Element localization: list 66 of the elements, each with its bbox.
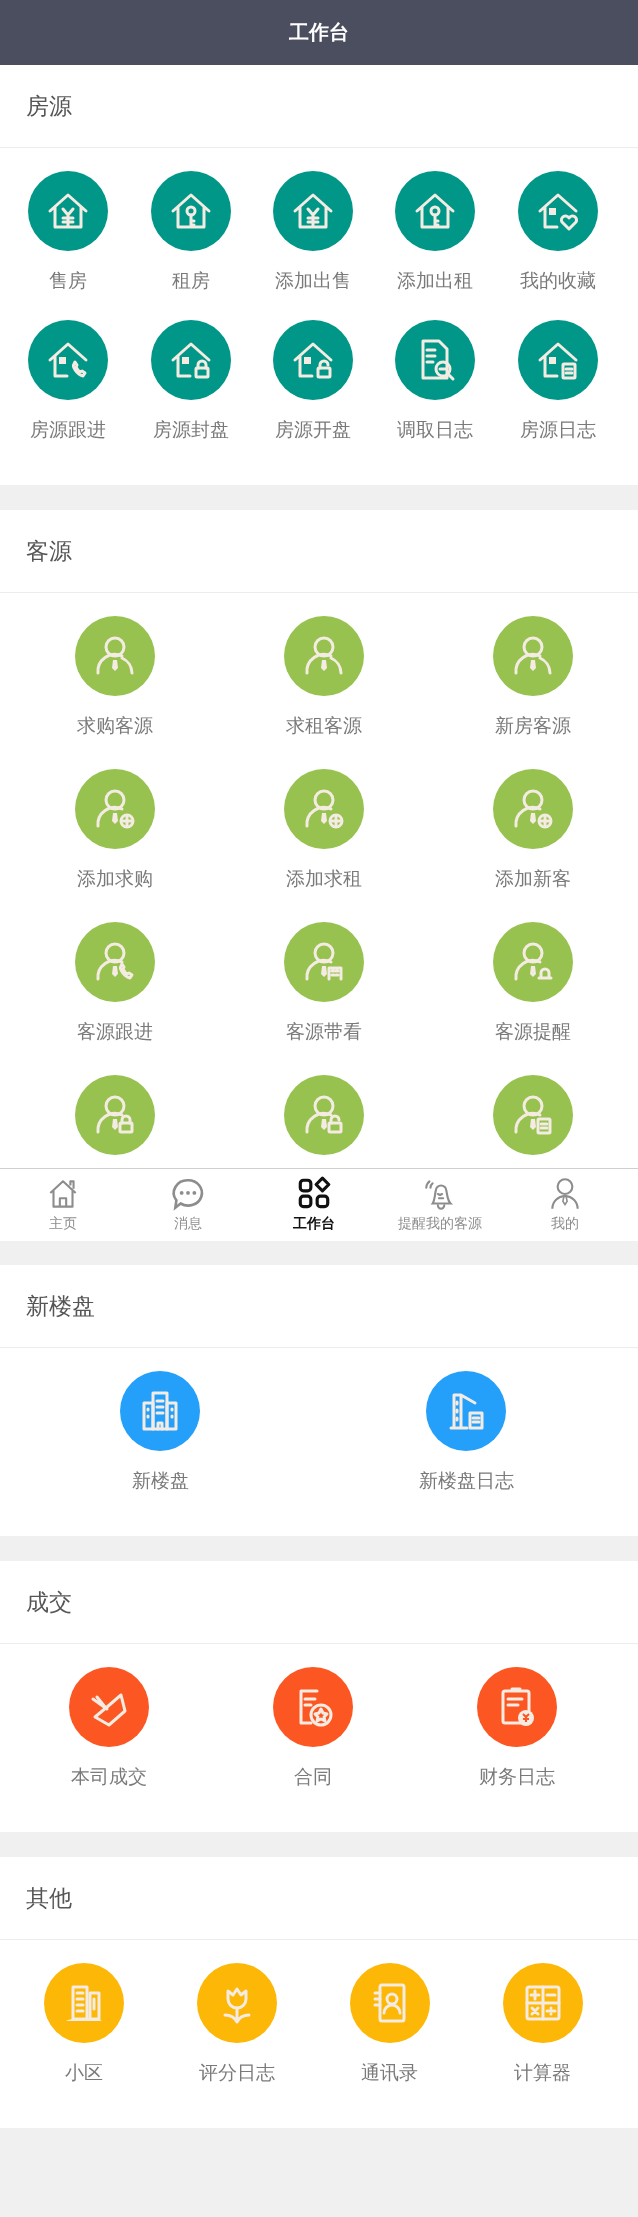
menu-item[interactable]: 我的收藏 — [517, 171, 598, 294]
person-icon — [493, 1075, 574, 1155]
menu-item[interactable]: 客源跟进 — [74, 922, 155, 1045]
menu-item[interactable]: 添加出售 — [273, 171, 353, 294]
menu-item[interactable]: 财务日志 — [477, 1667, 557, 1790]
house-icon — [517, 320, 598, 400]
section-title: 房源 — [26, 91, 72, 121]
building-icon — [120, 1371, 200, 1451]
tab[interactable]: 工作台 — [251, 1169, 377, 1241]
menu-item[interactable]: 客源提醒 — [493, 922, 574, 1045]
menu-item[interactable]: 小区 — [43, 1963, 124, 2086]
menu-item[interactable]: 计算器 — [502, 1963, 583, 2086]
menu-item[interactable]: 评分日志 — [196, 1963, 277, 2086]
menu-item[interactable]: 求租客源 — [284, 616, 364, 739]
section-title: 新楼盘 — [26, 1291, 95, 1321]
menu-item[interactable]: 合同 — [273, 1667, 353, 1790]
section-title: 其他 — [26, 1883, 72, 1913]
person-icon — [74, 1075, 155, 1155]
menu-item[interactable]: 添加求租 — [284, 769, 364, 892]
person-icon — [74, 769, 155, 849]
menu-item[interactable]: 房源封盘 — [150, 320, 231, 443]
page-title: 工作台 — [289, 19, 349, 46]
section-title: 成交 — [26, 1587, 72, 1617]
menu-item[interactable]: 新房客源 — [493, 616, 574, 739]
menu-item[interactable]: 租房 — [150, 171, 231, 294]
tab[interactable]: 主页 — [0, 1169, 126, 1241]
menu-item[interactable] — [284, 1075, 364, 1155]
person-icon — [493, 922, 574, 1002]
house-icon — [150, 171, 231, 251]
tab[interactable]: 我的 — [502, 1169, 628, 1241]
menu-item[interactable]: 新楼盘 — [120, 1371, 200, 1494]
menu-item[interactable]: 房源日志 — [517, 320, 598, 443]
person-icon — [74, 922, 155, 1002]
menu-item[interactable] — [493, 1075, 574, 1155]
house-icon — [28, 171, 109, 251]
house-icon — [273, 171, 353, 251]
house-icon — [273, 320, 353, 400]
menu-item[interactable]: 添加出租 — [395, 171, 476, 294]
building-icon — [426, 1371, 506, 1451]
tab[interactable]: 消息 — [125, 1169, 252, 1241]
menu-item[interactable]: 调取日志 — [395, 320, 476, 443]
house-icon — [395, 171, 476, 251]
menu-item[interactable]: 房源跟进 — [28, 320, 109, 443]
menu-item[interactable]: 售房 — [28, 171, 109, 294]
menu-item[interactable]: 客源带看 — [284, 922, 364, 1045]
menu-item[interactable]: 添加新客 — [493, 769, 574, 892]
menu-item[interactable]: 房源开盘 — [273, 320, 353, 443]
menu-item[interactable] — [74, 1075, 155, 1155]
section-title: 客源 — [26, 536, 72, 566]
house-icon — [517, 171, 598, 251]
person-icon — [493, 769, 574, 849]
person-icon — [284, 1075, 364, 1155]
menu-item[interactable]: 添加求购 — [74, 769, 155, 892]
tab[interactable]: 提醒我的客源 — [376, 1169, 503, 1241]
menu-item[interactable]: 求购客源 — [74, 616, 155, 739]
person-icon — [493, 616, 574, 696]
person-icon — [284, 769, 364, 849]
menu-item[interactable]: 通讯录 — [349, 1963, 430, 2086]
person-icon — [284, 616, 364, 696]
menu-item[interactable]: 新楼盘日志 — [418, 1371, 514, 1494]
house-icon — [28, 320, 109, 400]
house-icon — [395, 320, 476, 400]
house-icon — [150, 320, 231, 400]
person-icon — [74, 616, 155, 696]
menu-item[interactable]: 本司成交 — [69, 1667, 149, 1790]
person-icon — [284, 922, 364, 1002]
